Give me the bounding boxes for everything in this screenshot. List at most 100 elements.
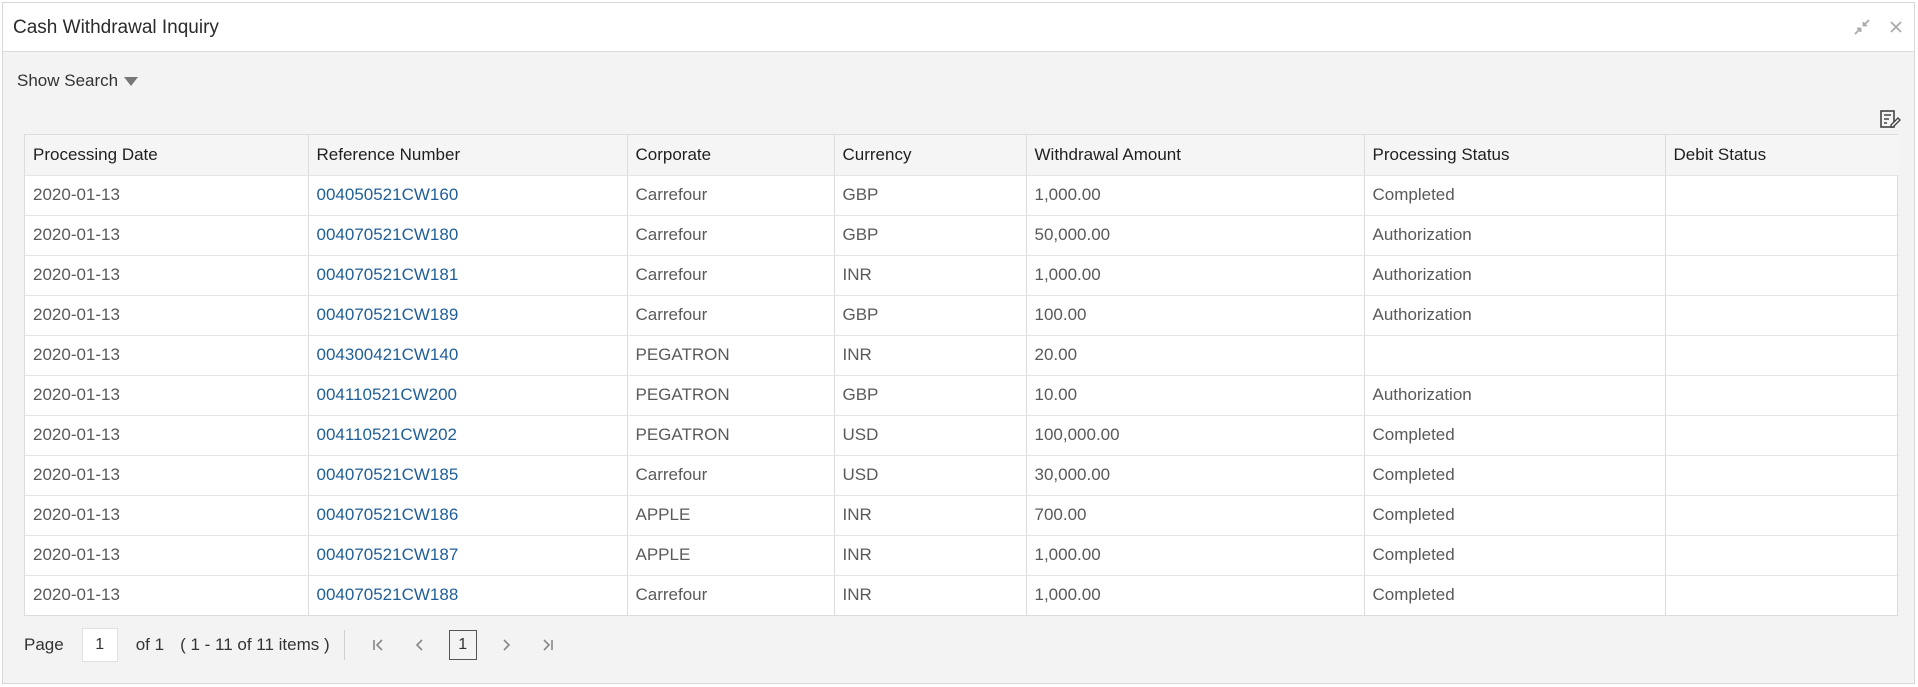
processing-status-cell: Authorization <box>1364 255 1666 296</box>
header-withdrawal-amount[interactable]: Withdrawal Amount <box>1026 135 1365 176</box>
processing-status-cell: Completed <box>1364 415 1666 456</box>
withdrawal-amount-cell: 50,000.00 <box>1026 215 1365 256</box>
previous-page-button[interactable] <box>405 630 435 660</box>
processing-date-cell: 2020-01-13 <box>25 455 309 496</box>
reference-number-link[interactable]: 004070521CW187 <box>317 545 459 564</box>
table-row: 2020-01-13 004070521CW187 APPLE INR 1,000.00… <box>25 535 1899 576</box>
corporate-cell: Carrefour <box>627 295 835 336</box>
minimize-icon[interactable] <box>1852 17 1872 37</box>
page-1-button[interactable]: 1 <box>448 630 477 660</box>
reference-number-cell: 004070521CW185 <box>308 455 628 496</box>
corporate-cell: PEGATRON <box>627 375 835 416</box>
pagination: Page of 1 ( 1 - 11 of 11 items ) 1 <box>24 626 569 664</box>
table-row: 2020-01-13 004070521CW180 Carrefour GBP 50,0… <box>25 215 1899 256</box>
reference-number-link[interactable]: 004110521CW202 <box>317 425 458 444</box>
table-body: 2020-01-13 004050521CW160 Carrefour GBP 1,00… <box>25 175 1899 615</box>
table-row: 2020-01-13 004050521CW160 Carrefour GBP 1,00… <box>25 175 1899 216</box>
next-page-button[interactable] <box>491 630 521 660</box>
reference-number-cell: 004300421CW140 <box>308 335 628 376</box>
reference-number-link[interactable]: 004070521CW185 <box>317 465 459 484</box>
items-count-label: ( 1 - 11 of 11 items ) <box>180 635 330 654</box>
debit-status-cell <box>1665 255 1899 296</box>
reference-number-link[interactable]: 004070521CW186 <box>317 505 459 524</box>
reference-number-cell: 004070521CW187 <box>308 535 628 576</box>
header-processing-date[interactable]: Processing Date <box>25 135 309 176</box>
currency-cell: INR <box>834 495 1027 536</box>
reference-number-link[interactable]: 004070521CW188 <box>317 585 459 604</box>
reference-number-cell: 004110521CW200 <box>308 375 628 416</box>
reference-number-link[interactable]: 004050521CW160 <box>317 185 459 204</box>
caret-down-icon <box>124 77 139 86</box>
close-icon[interactable] <box>1886 17 1906 37</box>
corporate-cell: Carrefour <box>627 175 835 216</box>
reference-number-link[interactable]: 004070521CW180 <box>317 225 459 244</box>
reference-number-cell: 004110521CW202 <box>308 415 628 456</box>
show-search-toggle[interactable]: Show Search <box>17 71 139 91</box>
header-processing-status[interactable]: Processing Status <box>1364 135 1666 176</box>
debit-status-cell <box>1665 175 1899 216</box>
withdrawal-amount-cell: 700.00 <box>1026 495 1365 536</box>
header-debit-status[interactable]: Debit Status <box>1665 135 1899 176</box>
withdrawal-amount-cell: 30,000.00 <box>1026 455 1365 496</box>
column-settings-icon[interactable] <box>1878 107 1902 131</box>
debit-status-cell <box>1665 455 1899 496</box>
corporate-cell: PEGATRON <box>627 415 835 456</box>
processing-status-cell: Completed <box>1364 455 1666 496</box>
corporate-cell: Carrefour <box>627 255 835 296</box>
withdrawal-amount-cell: 1,000.00 <box>1026 175 1365 216</box>
reference-number-cell: 004070521CW188 <box>308 575 628 615</box>
processing-status-cell: Completed <box>1364 175 1666 216</box>
first-page-button[interactable] <box>363 630 393 660</box>
header-currency[interactable]: Currency <box>834 135 1027 176</box>
withdrawal-amount-cell: 1,000.00 <box>1026 535 1365 576</box>
processing-date-cell: 2020-01-13 <box>25 335 309 376</box>
withdrawal-amount-cell: 100.00 <box>1026 295 1365 336</box>
show-search-label: Show Search <box>17 71 119 90</box>
page-number-input[interactable] <box>81 628 118 662</box>
window-title: Cash Withdrawal Inquiry <box>13 17 219 38</box>
processing-date-cell: 2020-01-13 <box>25 575 309 615</box>
reference-number-cell: 004070521CW180 <box>308 215 628 256</box>
reference-number-link[interactable]: 004110521CW200 <box>317 385 458 404</box>
corporate-cell: APPLE <box>627 535 835 576</box>
chevron-left-icon <box>415 639 423 651</box>
processing-status-cell: Completed <box>1364 535 1666 576</box>
reference-number-link[interactable]: 004070521CW189 <box>317 305 459 324</box>
processing-status-cell: Completed <box>1364 575 1666 615</box>
currency-cell: INR <box>834 335 1027 376</box>
debit-status-cell <box>1665 335 1899 376</box>
first-page-icon <box>372 639 383 651</box>
processing-date-cell: 2020-01-13 <box>25 415 309 456</box>
last-page-button[interactable] <box>533 630 563 660</box>
currency-cell: INR <box>834 535 1027 576</box>
reference-number-cell: 004070521CW189 <box>308 295 628 336</box>
processing-date-cell: 2020-01-13 <box>25 215 309 256</box>
withdrawal-amount-cell: 1,000.00 <box>1026 575 1365 615</box>
processing-status-cell: Authorization <box>1364 295 1666 336</box>
withdrawal-amount-cell: 20.00 <box>1026 335 1365 376</box>
table-row: 2020-01-13 004070521CW185 Carrefour USD 30,0… <box>25 455 1899 496</box>
corporate-cell: Carrefour <box>627 575 835 615</box>
debit-status-cell <box>1665 575 1899 615</box>
reference-number-link[interactable]: 004300421CW140 <box>317 345 459 364</box>
corporate-cell: Carrefour <box>627 215 835 256</box>
header-reference-number[interactable]: Reference Number <box>308 135 628 176</box>
header-corporate[interactable]: Corporate <box>627 135 835 176</box>
reference-number-link[interactable]: 004070521CW181 <box>317 265 459 284</box>
currency-cell: GBP <box>834 295 1027 336</box>
table-row: 2020-01-13 004110521CW200 PEGATRON GBP 10.00… <box>25 375 1899 416</box>
debit-status-cell <box>1665 535 1899 576</box>
last-page-icon <box>543 639 553 651</box>
table-row: 2020-01-13 004070521CW189 Carrefour GBP 100.… <box>25 295 1899 336</box>
withdrawal-amount-cell: 1,000.00 <box>1026 255 1365 296</box>
currency-cell: GBP <box>834 215 1027 256</box>
withdrawal-amount-cell: 10.00 <box>1026 375 1365 416</box>
table-row: 2020-01-13 004110521CW202 PEGATRON USD 100,0… <box>25 415 1899 456</box>
table-row: 2020-01-13 004070521CW186 APPLE INR 700.00 Co… <box>25 495 1899 536</box>
table-header-row: Processing Date Reference Number Corpora… <box>25 135 1899 176</box>
chevron-right-icon <box>503 639 510 651</box>
processing-date-cell: 2020-01-13 <box>25 495 309 536</box>
corporate-cell: PEGATRON <box>627 335 835 376</box>
debit-status-cell <box>1665 215 1899 256</box>
currency-cell: GBP <box>834 375 1027 416</box>
